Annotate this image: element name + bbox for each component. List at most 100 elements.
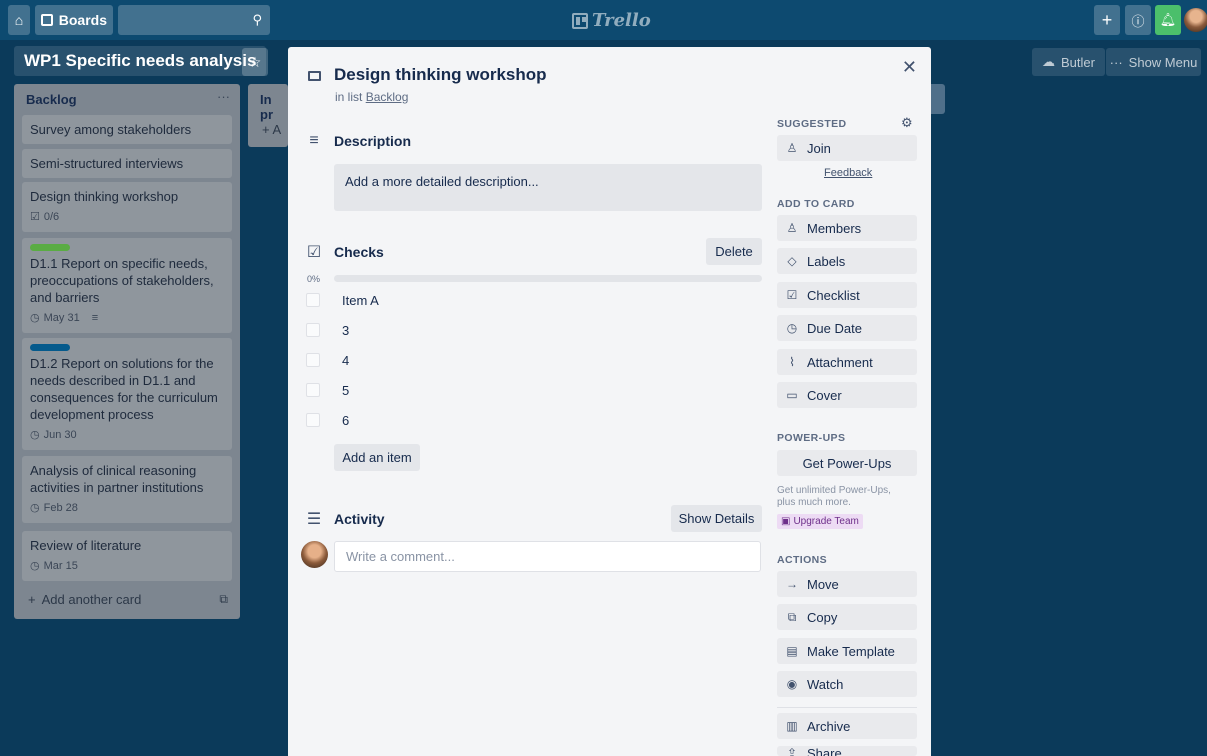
list-title[interactable]: Backlog xyxy=(26,92,77,107)
checklist-item[interactable]: Item A xyxy=(306,290,379,310)
card[interactable]: Survey among stakeholders xyxy=(22,115,232,144)
power-ups-desc-line: Get unlimited Power-Ups, xyxy=(777,485,891,496)
checklist-item-text[interactable]: 3 xyxy=(342,323,349,338)
checkbox[interactable] xyxy=(306,383,320,397)
butler-button[interactable]: ☁ Butler xyxy=(1032,48,1105,76)
checkbox[interactable] xyxy=(306,323,320,337)
butler-label: Butler xyxy=(1061,54,1095,70)
clock-icon: ◷ xyxy=(30,312,40,324)
delete-checklist-button[interactable]: Delete xyxy=(706,238,762,265)
description-icon: ≡ xyxy=(309,132,319,149)
checklist-item[interactable]: 3 xyxy=(306,320,349,340)
card-title[interactable]: Design thinking workshop xyxy=(334,65,547,85)
cover-button[interactable]: ▭ Cover xyxy=(777,382,917,408)
board-title[interactable]: WP1 Specific needs analysis xyxy=(14,46,267,76)
description-input[interactable]: Add a more detailed description... xyxy=(334,164,762,211)
power-ups-desc-line: plus much more. xyxy=(777,497,851,508)
move-button[interactable]: → Move xyxy=(777,571,917,597)
checklist-item[interactable]: 4 xyxy=(306,350,349,370)
card[interactable]: Semi-structured interviews xyxy=(22,149,232,178)
checklist-item-text[interactable]: 4 xyxy=(342,353,349,368)
checklist-button[interactable]: ☑ Checklist xyxy=(777,282,917,308)
card-title: D1.1 Report on specific needs, preoccupa… xyxy=(30,256,214,305)
checklist-item[interactable]: 5 xyxy=(306,380,349,400)
card[interactable]: D1.1 Report on specific needs, preoccupa… xyxy=(22,238,232,333)
plus-icon: + xyxy=(28,592,36,607)
show-menu-button[interactable]: ··· Show Menu xyxy=(1106,48,1201,76)
gear-icon[interactable]: ⚙ xyxy=(901,115,913,131)
checklist-item[interactable]: 6 xyxy=(306,410,349,430)
add-item-button[interactable]: Add an item xyxy=(334,444,420,471)
checklist-icon: ☑ xyxy=(306,244,322,261)
archive-icon: ▥ xyxy=(786,719,798,733)
home-button[interactable]: ⌂ xyxy=(8,5,30,35)
watch-button[interactable]: ◉ Watch xyxy=(777,671,917,697)
list-link[interactable]: Backlog xyxy=(366,90,409,104)
eye-icon: ◉ xyxy=(786,677,798,691)
copy-icon: ⧉ xyxy=(787,609,797,624)
clock-icon: ◷ xyxy=(786,321,798,335)
archive-button[interactable]: ▥ Archive xyxy=(777,713,917,739)
card[interactable]: Review of literature ◷ Mar 15 xyxy=(22,531,232,581)
boards-icon xyxy=(41,14,53,26)
card[interactable]: Design thinking workshop ☑ 0/6 xyxy=(22,182,232,232)
list-menu-icon[interactable]: ··· xyxy=(217,89,230,104)
card[interactable]: Analysis of clinical reasoning activitie… xyxy=(22,456,232,523)
tag-icon: ◇ xyxy=(787,254,797,268)
upgrade-label: Upgrade Team xyxy=(793,516,859,527)
boards-button[interactable]: Boards xyxy=(35,5,113,35)
activity-icon: ☰ xyxy=(306,511,322,528)
create-button[interactable]: + xyxy=(1094,5,1120,35)
description-icon: ≡ xyxy=(91,312,99,324)
in-list-text: in list Backlog xyxy=(335,90,408,104)
list-partial xyxy=(931,84,945,114)
card[interactable]: D1.2 Report on solutions for the needs d… xyxy=(22,338,232,450)
watch-label: Watch xyxy=(807,676,844,692)
bell-icon: 🔔︎ xyxy=(1159,12,1177,27)
copy-button[interactable]: ⧉ Copy xyxy=(777,604,917,630)
activity-title: Activity xyxy=(334,511,385,527)
description-title: Description xyxy=(334,133,412,149)
add-card-button[interactable]: + Add another card xyxy=(28,592,141,607)
checkbox[interactable] xyxy=(306,353,320,367)
info-button[interactable]: ⓘ xyxy=(1125,5,1151,35)
due-date: Feb 28 xyxy=(43,502,78,514)
notifications-button[interactable]: 🔔︎ xyxy=(1155,5,1181,35)
due-date-button[interactable]: ◷ Due Date xyxy=(777,315,917,341)
list-title[interactable]: In pr xyxy=(260,92,288,122)
search-input[interactable]: ⚲ xyxy=(118,5,270,35)
checklist-icon: ☑ xyxy=(786,288,798,302)
show-details-button[interactable]: Show Details xyxy=(671,505,762,532)
checkbox[interactable] xyxy=(306,293,320,307)
share-button[interactable]: ⇪ Share xyxy=(777,746,917,756)
feedback-link[interactable]: Feedback xyxy=(824,167,872,179)
trello-logo[interactable]: Trello xyxy=(572,10,651,31)
attachment-button[interactable]: ⌇ Attachment xyxy=(777,349,917,375)
arrow-right-icon: → xyxy=(786,577,798,591)
add-to-card-heading: ADD TO CARD xyxy=(777,198,855,210)
user-avatar[interactable] xyxy=(1184,8,1207,32)
star-board-button[interactable]: ☆ xyxy=(242,48,268,76)
close-icon[interactable]: ✕ xyxy=(902,57,917,78)
checklist-title[interactable]: Checks xyxy=(334,244,384,260)
comment-input[interactable]: Write a comment... xyxy=(334,541,761,572)
card-title: Survey among stakeholders xyxy=(30,122,192,137)
card-title: Semi-structured interviews xyxy=(30,156,184,171)
butler-icon: ☁ xyxy=(1042,54,1055,69)
members-button[interactable]: ♙ Members xyxy=(777,215,917,241)
get-power-ups-button[interactable]: Get Power-Ups xyxy=(777,450,917,476)
checkbox[interactable] xyxy=(306,413,320,427)
checklist-item-text[interactable]: 5 xyxy=(342,383,349,398)
share-icon: ⇪ xyxy=(786,746,798,756)
join-button[interactable]: ♙ Join xyxy=(777,135,917,161)
add-card-button[interactable]: + A xyxy=(262,122,281,137)
card-template-icon[interactable]: ⧉ xyxy=(219,592,228,607)
add-card-label: Add another card xyxy=(41,592,142,607)
labels-button[interactable]: ◇ Labels xyxy=(777,248,917,274)
make-template-button[interactable]: ▤ Make Template xyxy=(777,638,917,664)
checklist-item-text[interactable]: Item A xyxy=(342,293,379,308)
due-date-label: Due Date xyxy=(807,320,862,336)
upgrade-team-button[interactable]: ▣ Upgrade Team xyxy=(777,514,863,529)
checklist-item-text[interactable]: 6 xyxy=(342,413,349,428)
move-label: Move xyxy=(807,576,839,592)
